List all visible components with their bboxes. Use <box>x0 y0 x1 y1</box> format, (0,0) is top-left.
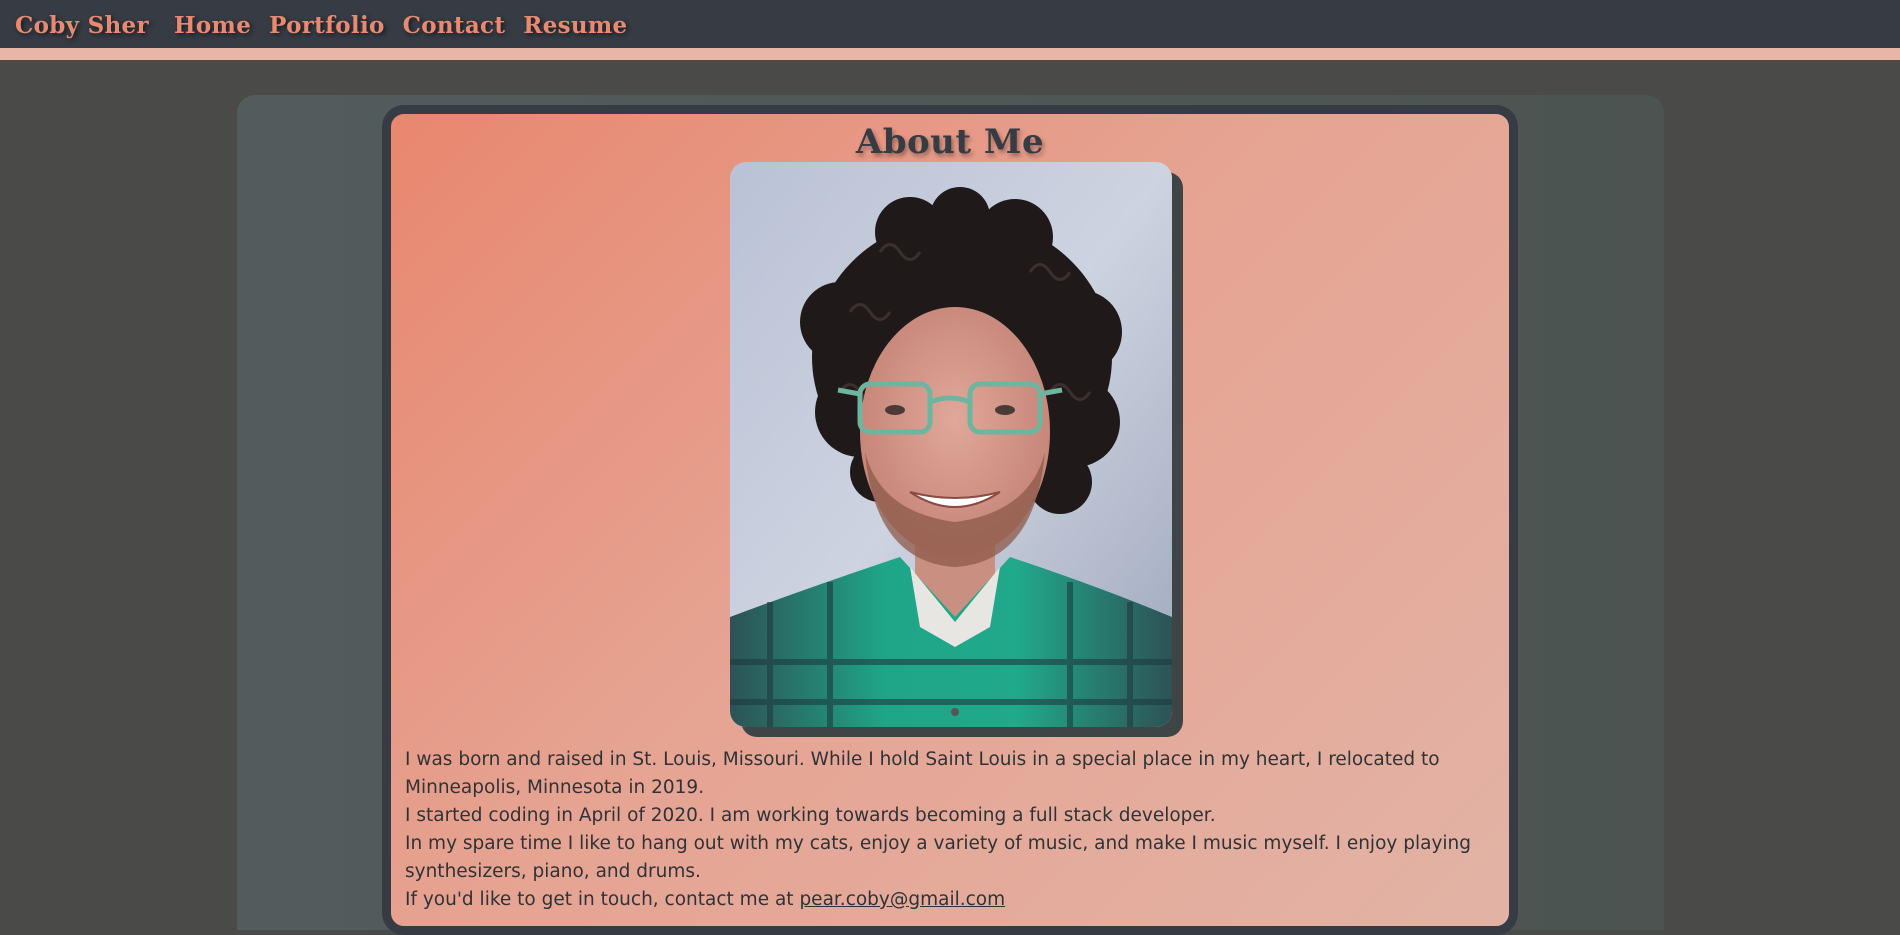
nav-link-home[interactable]: Home <box>174 12 251 39</box>
about-title: About Me <box>855 122 1045 162</box>
bio-paragraph-coding: I started coding in April of 2020. I am … <box>405 805 1216 826</box>
contact-prefix: If you'd like to get in touch, contact m… <box>405 889 800 910</box>
bio-paragraph-hobbies: In my spare time I like to hang out with… <box>405 833 1471 882</box>
bio-paragraph-contact: If you'd like to get in touch, contact m… <box>405 886 1505 914</box>
bio-paragraph-origin: I was born and raised in St. Louis, Miss… <box>405 749 1440 798</box>
bio-text: I was born and raised in St. Louis, Miss… <box>405 746 1505 914</box>
email-link[interactable]: pear.coby@gmail.com <box>799 889 1005 910</box>
nav-link-resume[interactable]: Resume <box>523 12 627 39</box>
nav-brand-link[interactable]: Coby Sher <box>15 12 149 39</box>
profile-photo <box>730 162 1172 727</box>
top-navbar: Coby Sher Home Portfolio Contact Resume <box>0 0 1900 60</box>
nav-link-portfolio[interactable]: Portfolio <box>269 12 385 39</box>
nav-link-contact[interactable]: Contact <box>403 12 506 39</box>
nav-links: Coby Sher Home Portfolio Contact Resume <box>15 12 645 39</box>
about-card: About Me I was born and raised in St. Lo… <box>382 105 1518 935</box>
